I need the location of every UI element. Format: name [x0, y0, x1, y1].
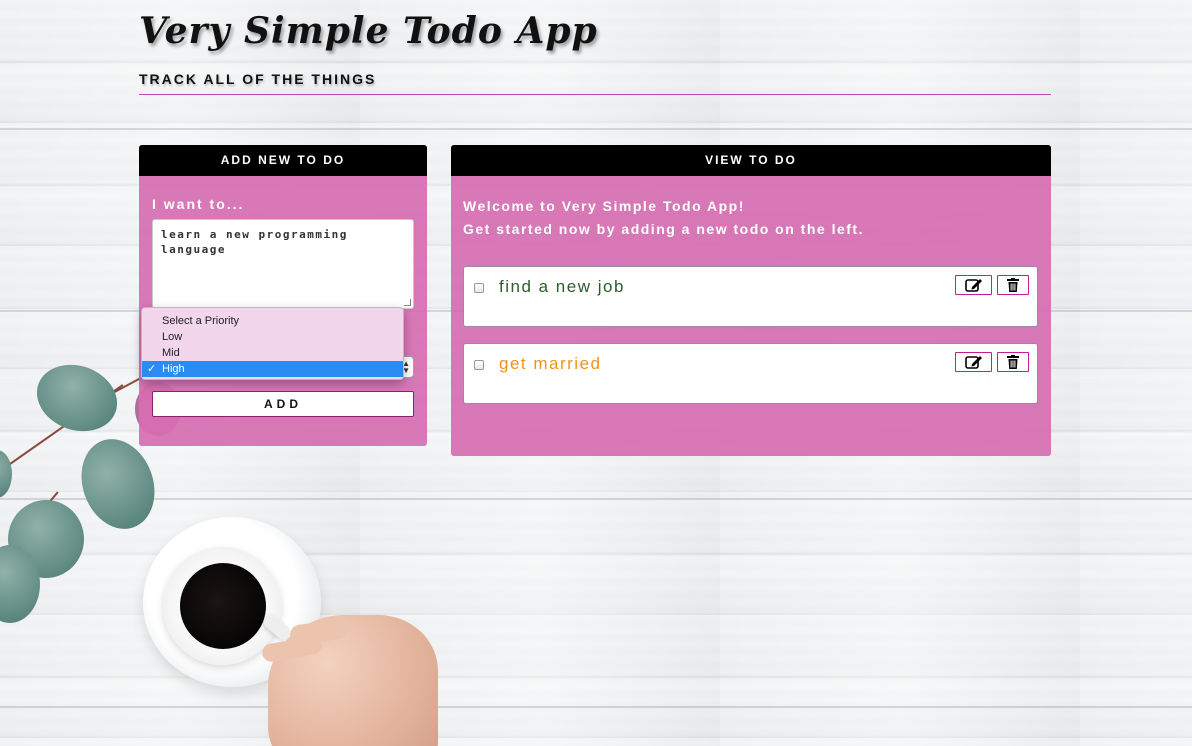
- todo-item: find a new job: [463, 266, 1038, 327]
- trash-icon: [1007, 278, 1019, 292]
- welcome-line-1: Welcome to Very Simple Todo App!: [463, 198, 745, 214]
- resize-grip-icon[interactable]: [404, 299, 411, 306]
- wood-plank-line: [0, 706, 1192, 708]
- wood-plank-line: [0, 128, 1192, 130]
- add-button[interactable]: ADD: [152, 391, 414, 417]
- priority-option-low[interactable]: Low: [142, 329, 403, 345]
- todo-checkbox[interactable]: [474, 283, 484, 293]
- priority-option-high[interactable]: ✓ High: [142, 361, 403, 377]
- todo-text: find a new job: [499, 277, 625, 296]
- welcome-line-2: Get started now by adding a new todo on …: [463, 221, 864, 237]
- add-todo-header: ADD NEW TO DO: [139, 145, 427, 176]
- edit-button[interactable]: [955, 275, 992, 295]
- header-divider: [139, 94, 1051, 95]
- todo-textarea[interactable]: learn a new programming language: [152, 219, 414, 309]
- trash-icon: [1007, 355, 1019, 369]
- priority-dropdown[interactable]: Select a Priority Low Mid ✓ High: [141, 307, 404, 380]
- edit-icon: [964, 279, 982, 292]
- app-title: Very Simple Todo App: [139, 10, 598, 52]
- priority-option-mid[interactable]: Mid: [142, 345, 403, 361]
- priority-option-high-label: High: [162, 363, 185, 375]
- view-todo-panel: VIEW TO DO Welcome to Very Simple Todo A…: [451, 145, 1051, 456]
- wood-plank-line: [0, 498, 1192, 500]
- app-subtitle: TRACK ALL OF THE THINGS: [139, 71, 377, 87]
- edit-icon: [964, 356, 982, 369]
- checkmark-icon: ✓: [147, 363, 157, 375]
- delete-button[interactable]: [997, 352, 1029, 372]
- priority-option[interactable]: Select a Priority: [142, 313, 403, 329]
- edit-button[interactable]: [955, 352, 992, 372]
- todo-text: get married: [499, 354, 602, 373]
- todo-item: get married: [463, 343, 1038, 404]
- view-todo-header: VIEW TO DO: [451, 145, 1051, 176]
- delete-button[interactable]: [997, 275, 1029, 295]
- todo-checkbox[interactable]: [474, 360, 484, 370]
- add-todo-panel: ADD NEW TO DO I want to... learn a new p…: [139, 145, 427, 446]
- welcome-message: Welcome to Very Simple Todo App! Get sta…: [463, 195, 864, 241]
- todo-textarea-value: learn a new programming language: [161, 228, 348, 256]
- want-to-label: I want to...: [152, 196, 245, 212]
